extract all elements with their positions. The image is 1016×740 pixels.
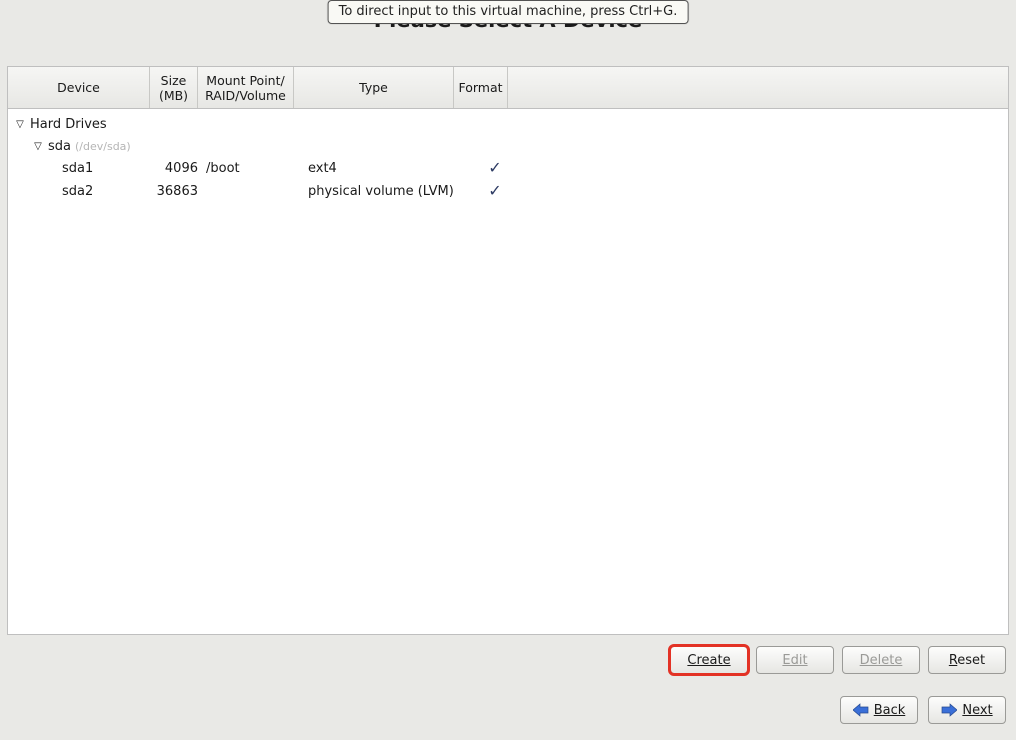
nav-button-row: Back Next xyxy=(7,690,1009,730)
next-button-label: Next xyxy=(962,703,992,718)
vm-input-hint: To direct input to this virtual machine,… xyxy=(328,0,689,24)
partition-type: physical volume (LVM) xyxy=(302,184,468,199)
tree-toggle-icon[interactable]: ▽ xyxy=(14,119,26,130)
action-button-row: Create Edit Delete Reset xyxy=(7,640,1009,680)
tree-toggle-icon[interactable]: ▽ xyxy=(32,141,44,152)
column-header-type[interactable]: Type xyxy=(294,67,454,108)
partition-name: sda2 xyxy=(8,184,150,199)
column-header-spacer xyxy=(508,67,1008,108)
tree-root-label: Hard Drives xyxy=(30,117,107,132)
edit-button: Edit xyxy=(756,646,834,674)
table-header: Device Size (MB) Mount Point/ RAID/Volum… xyxy=(8,67,1008,109)
back-button[interactable]: Back xyxy=(840,696,918,724)
delete-button: Delete xyxy=(842,646,920,674)
tree-disk-path: (/dev/sda) xyxy=(75,140,131,153)
table-body: ▽ Hard Drives ▽ sda (/dev/sda) sda1 4096… xyxy=(8,109,1008,203)
create-button[interactable]: Create xyxy=(670,646,748,674)
column-header-mount[interactable]: Mount Point/ RAID/Volume xyxy=(198,67,294,108)
column-header-size[interactable]: Size (MB) xyxy=(150,67,198,108)
column-header-format[interactable]: Format xyxy=(454,67,508,108)
table-row[interactable]: sda2 36863 physical volume (LVM) ✓ xyxy=(8,180,1008,203)
arrow-left-icon xyxy=(853,703,869,717)
checkmark-icon: ✓ xyxy=(488,183,501,199)
partition-format: ✓ xyxy=(468,160,522,177)
tree-row-root[interactable]: ▽ Hard Drives xyxy=(8,113,1008,135)
tree-row-disk[interactable]: ▽ sda (/dev/sda) xyxy=(8,135,1008,157)
arrow-right-icon xyxy=(941,703,957,717)
back-button-label: Back xyxy=(874,703,906,718)
partition-size: 36863 xyxy=(150,184,200,199)
table-row[interactable]: sda1 4096 /boot ext4 ✓ xyxy=(8,157,1008,180)
partition-mount: /boot xyxy=(200,161,302,176)
create-button-label: Create xyxy=(687,653,730,668)
checkmark-icon: ✓ xyxy=(488,160,501,176)
partition-name: sda1 xyxy=(8,161,150,176)
column-header-device[interactable]: Device xyxy=(8,67,150,108)
edit-button-label: Edit xyxy=(782,653,807,668)
partition-format: ✓ xyxy=(468,183,522,200)
partition-type: ext4 xyxy=(302,161,468,176)
tree-disk-name: sda xyxy=(48,139,71,154)
reset-button[interactable]: Reset xyxy=(928,646,1006,674)
delete-button-label: Delete xyxy=(860,653,903,668)
partition-table: Device Size (MB) Mount Point/ RAID/Volum… xyxy=(7,66,1009,635)
next-button[interactable]: Next xyxy=(928,696,1006,724)
partition-size: 4096 xyxy=(150,161,200,176)
